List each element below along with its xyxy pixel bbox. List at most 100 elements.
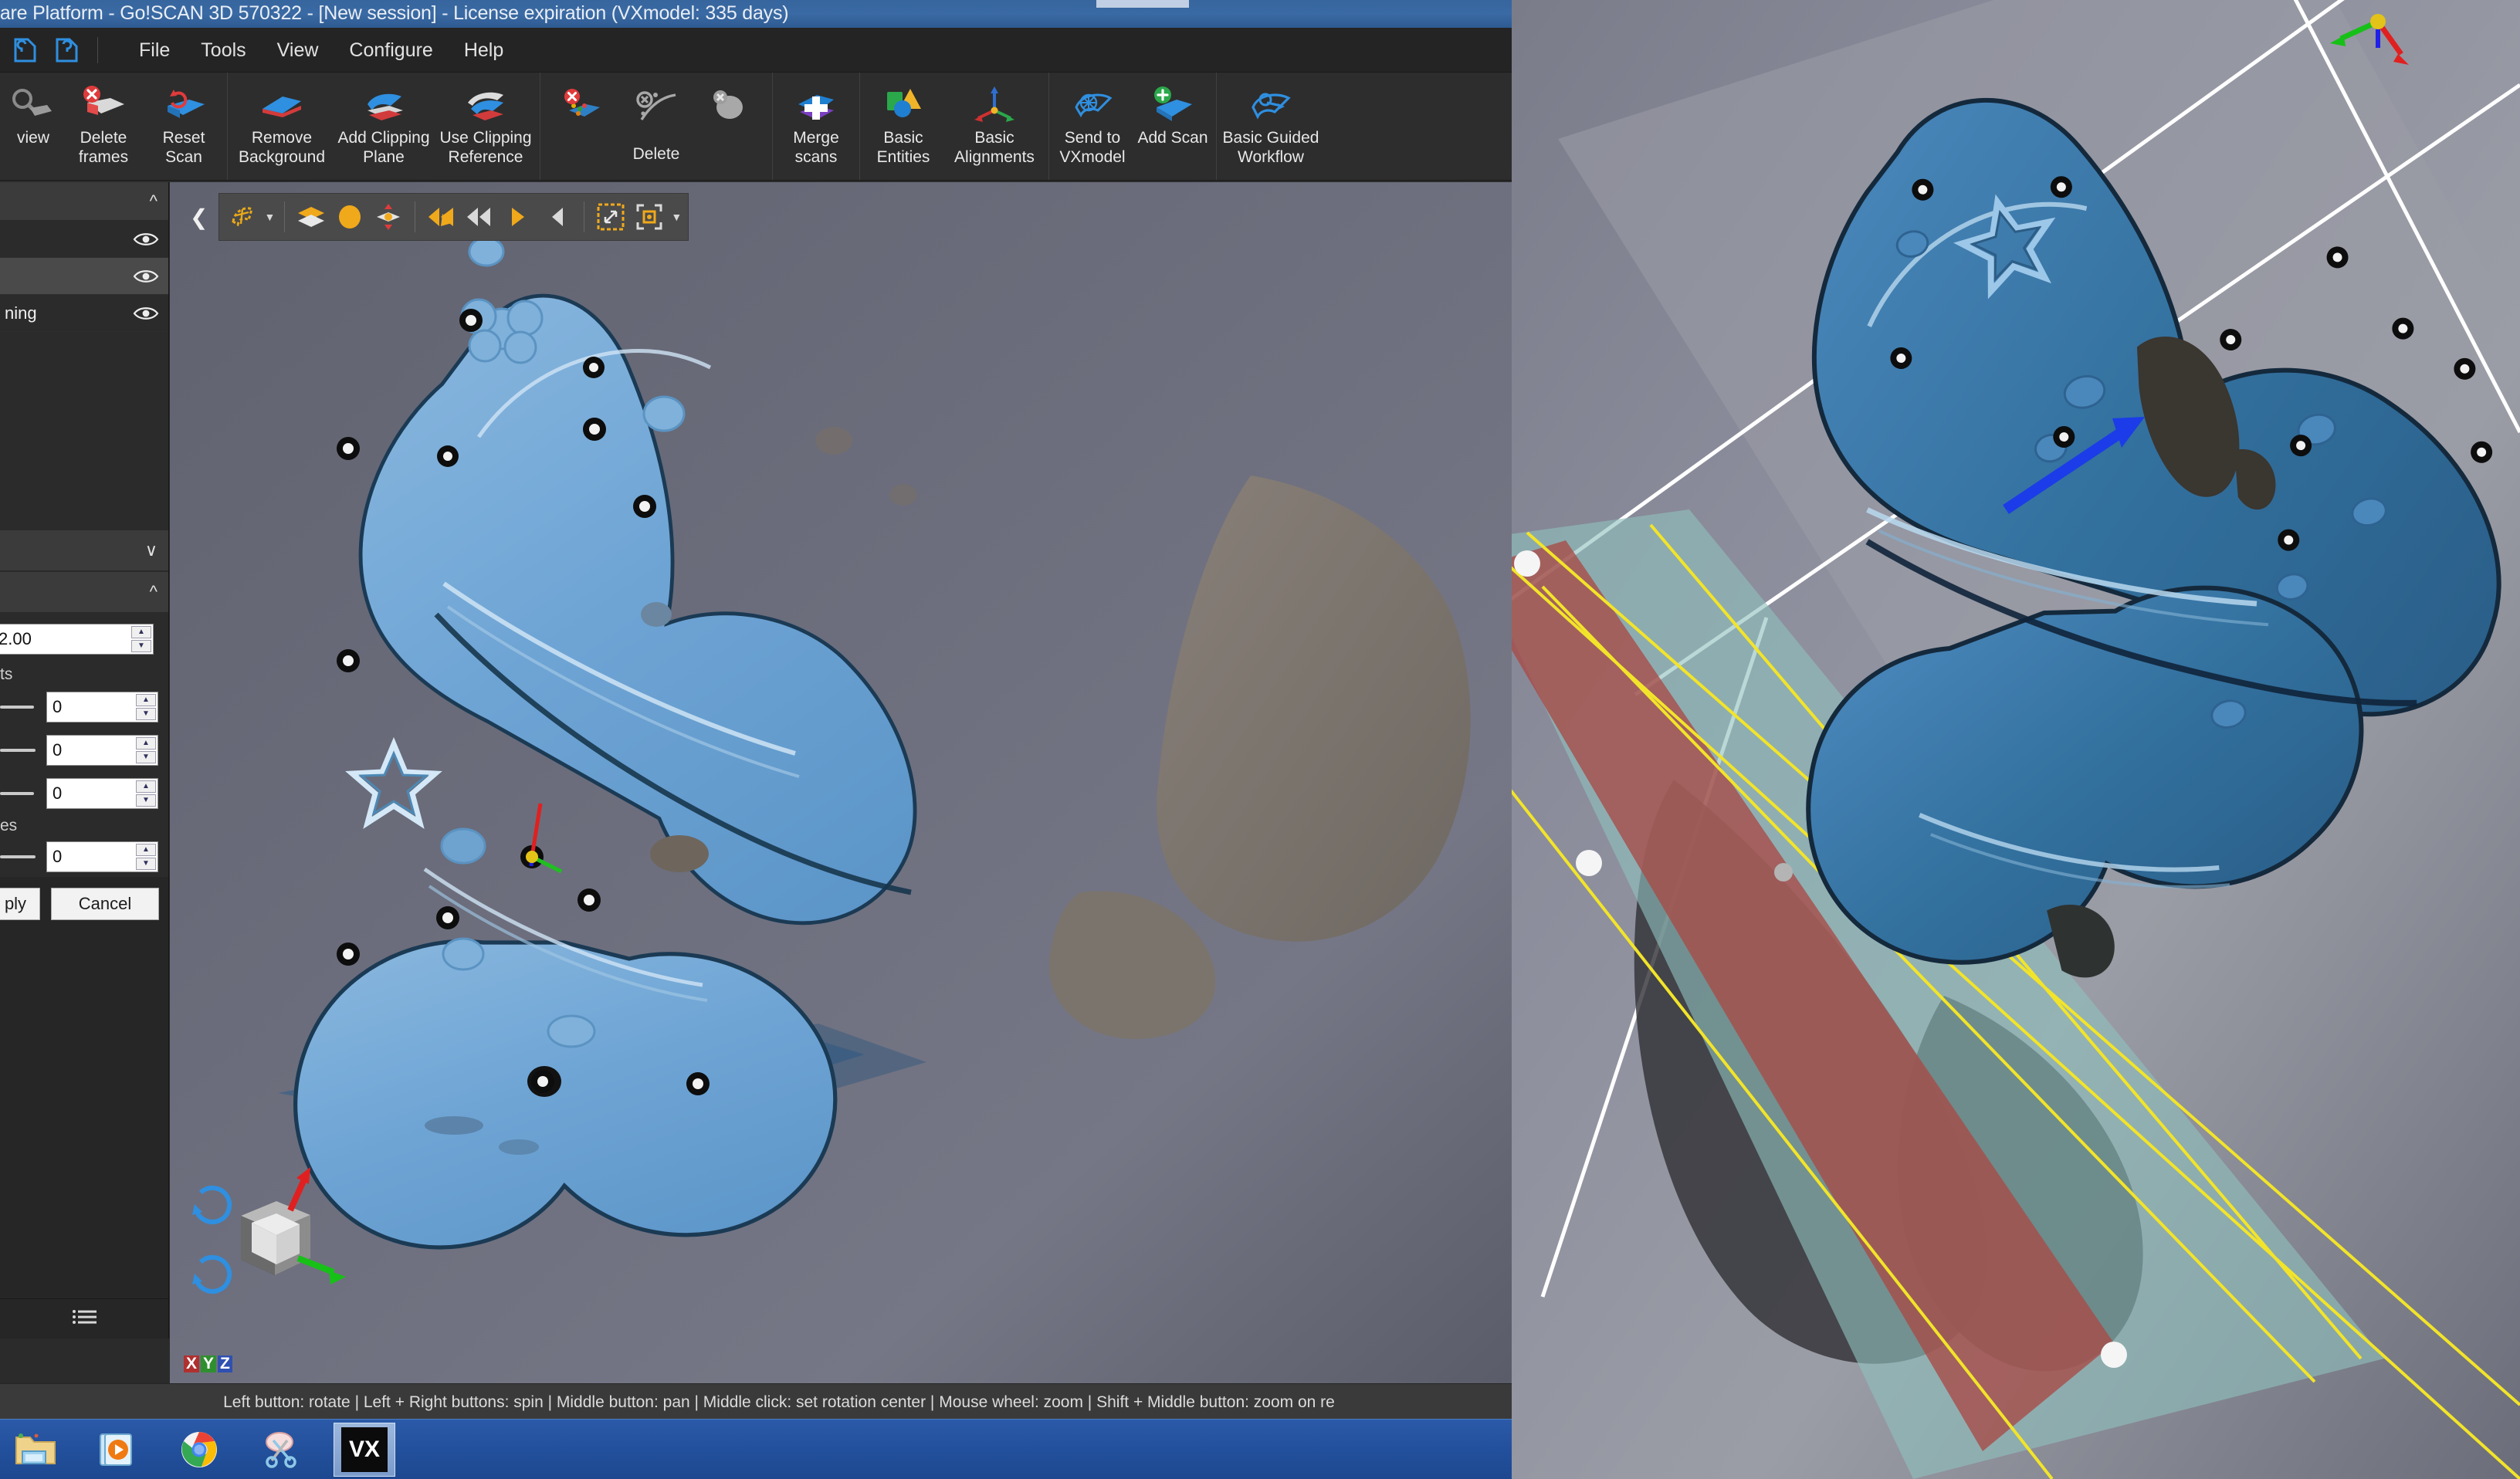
main-3d-viewport[interactable]: ❮ ▼ ▼ X Y Z bbox=[170, 182, 1512, 1383]
basic-entities-button[interactable]: Basic Entities bbox=[863, 73, 943, 180]
reset-scan-button[interactable]: Reset Scan bbox=[144, 73, 224, 180]
fit-screen-icon[interactable] bbox=[594, 200, 628, 234]
axis-spinner-arrows-1[interactable]: ▲ ▼ bbox=[136, 694, 156, 720]
axis-spinbox-3[interactable]: ▲ ▼ bbox=[46, 778, 158, 809]
apply-button[interactable]: ply bbox=[0, 888, 40, 920]
delete-selection-icon[interactable] bbox=[545, 80, 619, 130]
eye-icon[interactable] bbox=[133, 231, 159, 248]
delete-boundary-icon[interactable] bbox=[619, 80, 693, 130]
title-bar-highlight bbox=[1096, 0, 1189, 8]
tree-row-1[interactable] bbox=[0, 221, 168, 258]
basic-alignments-label: Basic Alignments bbox=[954, 129, 1035, 166]
layers-icon[interactable] bbox=[294, 200, 328, 234]
menu-tools[interactable]: Tools bbox=[185, 35, 261, 66]
application-window: ware Platform - Go!SCAN 3D 570322 - [New… bbox=[0, 0, 2520, 1479]
undo-document-icon[interactable] bbox=[6, 32, 42, 68]
distance-spinner-arrows[interactable]: ▲ ▼ bbox=[131, 626, 151, 652]
distance-input[interactable] bbox=[0, 629, 153, 649]
chevron-up-icon[interactable]: ^ bbox=[150, 192, 158, 210]
chevron-down-icon[interactable]: ▼ bbox=[671, 211, 682, 223]
reset-scan-label: Reset Scan bbox=[162, 129, 205, 166]
tree-row-3[interactable]: ning bbox=[0, 295, 168, 332]
menu-view[interactable]: View bbox=[262, 35, 334, 66]
chevron-up-icon[interactable]: ^ bbox=[150, 584, 158, 601]
remove-background-icon bbox=[253, 80, 310, 128]
send-to-vxmodel-icon bbox=[1065, 80, 1119, 128]
axis-spinner-arrows-3[interactable]: ▲ ▼ bbox=[136, 780, 156, 807]
axis-slider-3[interactable] bbox=[0, 792, 34, 795]
toolbar-separator bbox=[97, 37, 98, 63]
eye-icon[interactable] bbox=[133, 268, 159, 285]
collapsed-section-header[interactable]: ∨ bbox=[0, 530, 168, 571]
axis-label-y: Y bbox=[201, 1355, 217, 1372]
menu-help[interactable]: Help bbox=[449, 35, 519, 66]
redo-document-icon[interactable] bbox=[48, 32, 83, 68]
spinner-up-icon[interactable]: ▲ bbox=[136, 737, 156, 750]
secondary-3d-view[interactable] bbox=[1512, 0, 2520, 1479]
use-clipping-reference-button[interactable]: Use Clipping Reference bbox=[435, 73, 537, 180]
chevron-down-icon[interactable]: ▼ bbox=[264, 211, 275, 223]
mesh-wireframe-icon[interactable] bbox=[225, 200, 259, 234]
axis-spinner-arrows-2[interactable]: ▲ ▼ bbox=[136, 737, 156, 763]
zoom-selection-icon[interactable] bbox=[632, 200, 666, 234]
axis-slider-2[interactable] bbox=[0, 749, 36, 752]
chrome-icon[interactable] bbox=[170, 1423, 229, 1477]
send-to-vxmodel-button[interactable]: Send to VXmodel bbox=[1052, 73, 1133, 180]
menu-file[interactable]: File bbox=[124, 35, 185, 66]
chevron-left-icon[interactable]: ❮ bbox=[184, 205, 214, 230]
reset-scan-icon bbox=[157, 80, 211, 128]
delete-blob-icon[interactable] bbox=[693, 80, 767, 130]
plane-handle-3[interactable] bbox=[2101, 1342, 2127, 1368]
step-forward-icon[interactable] bbox=[502, 200, 536, 234]
parameters-section-header[interactable]: ^ bbox=[0, 571, 168, 613]
spinner-down-icon[interactable]: ▼ bbox=[136, 708, 156, 720]
spinner-up-icon[interactable]: ▲ bbox=[131, 626, 151, 638]
folder-icon[interactable] bbox=[6, 1423, 65, 1477]
angle-spinner-arrows[interactable]: ▲ ▼ bbox=[136, 844, 156, 870]
preview-button[interactable]: view bbox=[3, 73, 63, 180]
distance-spinbox[interactable]: ▲ ▼ bbox=[0, 624, 154, 655]
add-scan-button[interactable]: Add Scan bbox=[1133, 73, 1213, 180]
spinner-up-icon[interactable]: ▲ bbox=[136, 780, 156, 793]
axis-spinbox-1[interactable]: ▲ ▼ bbox=[46, 692, 158, 723]
axis-slider-1[interactable] bbox=[0, 706, 34, 709]
tree-row-2[interactable] bbox=[0, 258, 168, 295]
view-orientation-widget[interactable] bbox=[178, 1150, 378, 1343]
delete-frames-button[interactable]: Delete frames bbox=[63, 73, 144, 180]
axis-labels: X Y Z bbox=[184, 1355, 232, 1372]
bump-4 bbox=[442, 937, 485, 971]
list-view-icon[interactable] bbox=[71, 1308, 99, 1330]
remove-background-button[interactable]: Remove Background bbox=[231, 73, 333, 180]
vx-icon[interactable]: VX bbox=[334, 1422, 395, 1477]
merge-scans-icon bbox=[789, 80, 843, 128]
add-scan-icon bbox=[1146, 80, 1200, 128]
menu-configure[interactable]: Configure bbox=[334, 35, 448, 66]
step-back-icon[interactable] bbox=[463, 200, 497, 234]
plane-handle-1[interactable] bbox=[1514, 550, 1540, 577]
vertex-diamond-icon[interactable] bbox=[371, 200, 405, 234]
axis-spinbox-2[interactable]: ▲ ▼ bbox=[46, 735, 158, 766]
plane-handle-2[interactable] bbox=[1576, 850, 1602, 876]
spinner-down-icon[interactable]: ▼ bbox=[136, 751, 156, 763]
merge-scans-button[interactable]: Merge scans bbox=[776, 73, 856, 180]
add-clipping-plane-icon bbox=[355, 80, 412, 128]
scissors-icon[interactable] bbox=[252, 1423, 310, 1477]
basic-guided-workflow-button[interactable]: Basic Guided Workflow bbox=[1220, 73, 1322, 180]
angle-spinbox[interactable]: ▲ ▼ bbox=[46, 841, 158, 872]
spinner-down-icon[interactable]: ▼ bbox=[136, 858, 156, 870]
cancel-button[interactable]: Cancel bbox=[51, 888, 159, 920]
step-end-icon[interactable] bbox=[540, 200, 574, 234]
circle-filled-icon[interactable] bbox=[333, 200, 367, 234]
ribbon-group-scan: view Delete frames Reset Scan bbox=[0, 73, 228, 180]
flip-left-icon[interactable] bbox=[425, 200, 459, 234]
spinner-up-icon[interactable]: ▲ bbox=[136, 694, 156, 706]
chevron-down-icon[interactable]: ∨ bbox=[145, 542, 158, 559]
spinner-down-icon[interactable]: ▼ bbox=[136, 794, 156, 807]
spinner-down-icon[interactable]: ▼ bbox=[131, 640, 151, 652]
basic-alignments-button[interactable]: Basic Alignments bbox=[943, 73, 1045, 180]
angle-slider[interactable] bbox=[0, 855, 36, 858]
add-clipping-plane-button[interactable]: Add Clipping Plane bbox=[333, 73, 435, 180]
eye-icon[interactable] bbox=[133, 305, 159, 322]
spinner-up-icon[interactable]: ▲ bbox=[136, 844, 156, 856]
media-player-icon[interactable] bbox=[88, 1423, 147, 1477]
